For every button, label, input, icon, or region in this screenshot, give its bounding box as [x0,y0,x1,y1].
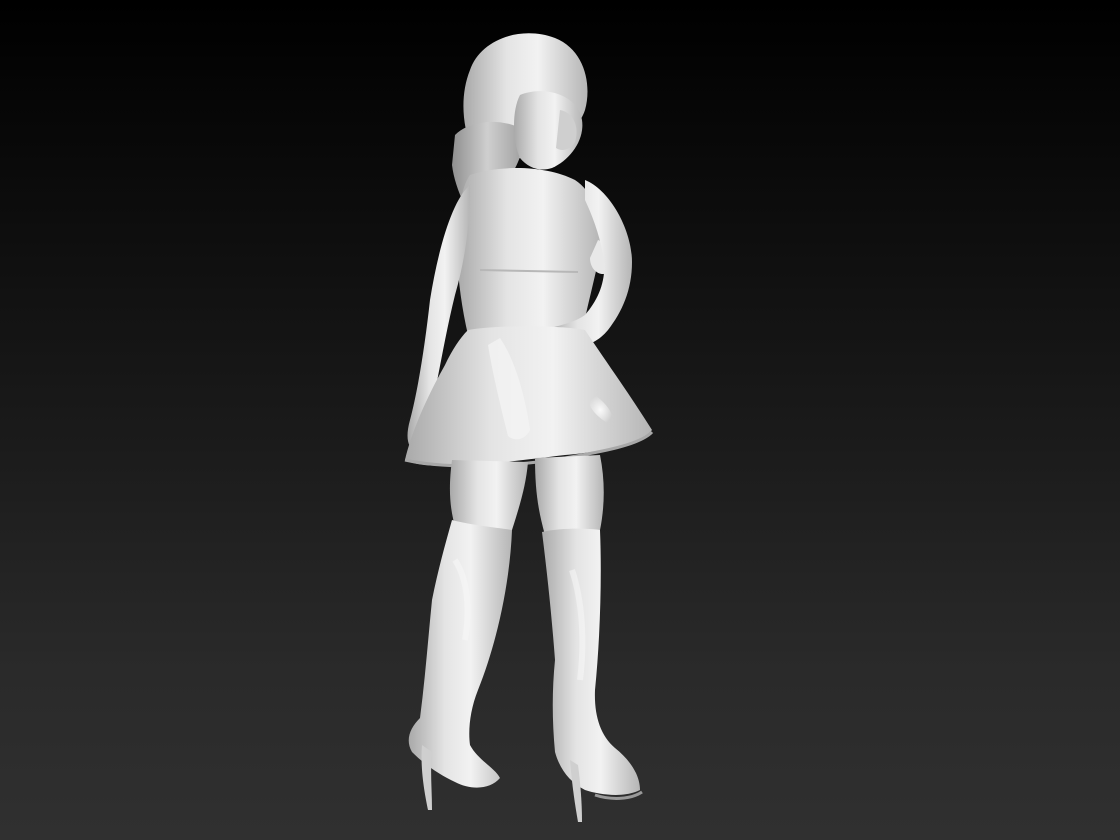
viewport-background [0,0,1120,840]
left-boot [408,520,512,810]
head [514,91,583,170]
right-boot [542,528,643,822]
legs [449,455,604,535]
sculpt-figure [404,33,654,822]
